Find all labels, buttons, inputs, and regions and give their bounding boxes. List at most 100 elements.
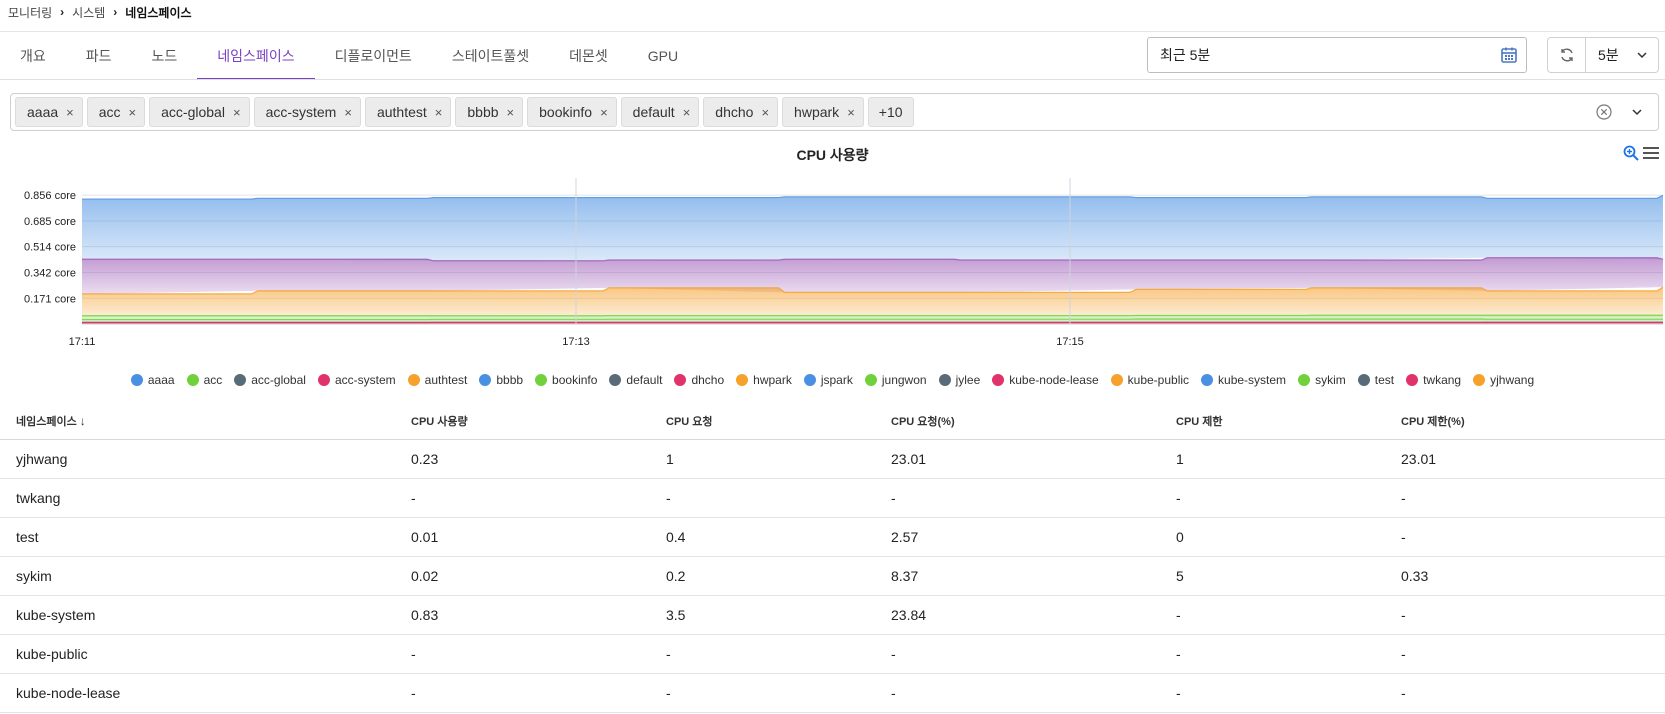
legend-item[interactable]: kube-system bbox=[1201, 373, 1286, 387]
legend-item[interactable]: kube-node-lease bbox=[992, 373, 1099, 387]
column-header-cpu-limit[interactable]: CPU 제한 bbox=[1160, 403, 1385, 440]
menu-icon[interactable] bbox=[1643, 146, 1659, 160]
legend-item[interactable]: test bbox=[1357, 373, 1395, 387]
table-row[interactable]: yjhwang 0.23 1 23.01 1 23.01 bbox=[0, 439, 1665, 479]
table-row[interactable]: twkang - - - - - bbox=[0, 478, 1665, 518]
chevron-down-icon[interactable] bbox=[1631, 106, 1643, 118]
legend-item[interactable]: acc bbox=[186, 373, 222, 387]
filter-chip[interactable]: acc-global × bbox=[149, 97, 250, 127]
legend-item[interactable]: default bbox=[609, 373, 662, 387]
legend-label: test bbox=[1374, 373, 1395, 387]
namespace-filter[interactable]: aaaa × acc × acc-global × acc-system × autht… bbox=[10, 93, 1659, 131]
tab-nodes[interactable]: 노드 bbox=[132, 32, 198, 80]
filter-chip[interactable]: hwpark × bbox=[782, 97, 864, 127]
close-icon[interactable]: × bbox=[847, 105, 855, 120]
tab-daemonsets[interactable]: 데몬셋 bbox=[549, 32, 628, 80]
refresh-button[interactable] bbox=[1548, 38, 1586, 72]
filter-chip[interactable]: dhcho × bbox=[703, 97, 779, 127]
close-icon[interactable]: × bbox=[600, 105, 608, 120]
legend-item[interactable]: acc-global bbox=[234, 373, 306, 387]
legend-label: bbbb bbox=[496, 373, 524, 387]
filter-more-chip[interactable]: +10 bbox=[867, 97, 914, 127]
legend-item[interactable]: bbbb bbox=[479, 373, 523, 387]
legend-item[interactable]: sykim bbox=[1298, 373, 1346, 387]
table-cell: - bbox=[395, 673, 650, 713]
close-icon[interactable]: × bbox=[344, 105, 352, 120]
legend-item[interactable]: hwpark bbox=[736, 373, 792, 387]
table-cell: - bbox=[1160, 634, 1385, 674]
table-cell: - bbox=[650, 634, 875, 674]
close-icon[interactable]: × bbox=[683, 105, 691, 120]
tab-statefulsets[interactable]: 스테이트풀셋 bbox=[432, 32, 549, 80]
column-header-cpu-request[interactable]: CPU 요청 bbox=[650, 403, 875, 440]
refresh-interval-select[interactable]: 5분 bbox=[1586, 38, 1658, 72]
column-header-namespace[interactable]: 네임스페이스 ↓ bbox=[0, 403, 395, 440]
legend-item[interactable]: bookinfo bbox=[535, 373, 597, 387]
legend-marker bbox=[1473, 374, 1486, 386]
legend-marker bbox=[1357, 374, 1370, 386]
tab-gpu[interactable]: GPU bbox=[628, 32, 698, 80]
tab-bar: 개요 파드 노드 네임스페이스 디플로이먼트 스테이트풀셋 데몬셋 GPU bbox=[0, 32, 698, 80]
tab-overview[interactable]: 개요 bbox=[0, 32, 66, 80]
legend-marker bbox=[535, 374, 548, 386]
filter-chip[interactable]: bookinfo × bbox=[527, 97, 617, 127]
table-cell: sykim bbox=[0, 556, 395, 596]
legend-item[interactable]: aaaa bbox=[130, 373, 175, 387]
table-row[interactable]: kube-system 0.83 3.5 23.84- - bbox=[0, 595, 1665, 635]
sort-down-icon[interactable]: ↓ bbox=[80, 414, 86, 428]
table-row[interactable]: kube-public - - - - - bbox=[0, 634, 1665, 674]
legend-item[interactable]: authtest bbox=[407, 373, 467, 387]
table-cell: kube-system bbox=[0, 595, 395, 635]
legend-label: sykim bbox=[1315, 373, 1346, 387]
time-range-picker[interactable]: 최근 5분 bbox=[1147, 37, 1527, 73]
close-icon[interactable]: × bbox=[435, 105, 443, 120]
filter-chip[interactable]: default × bbox=[620, 97, 700, 127]
filter-chip[interactable]: authtest × bbox=[364, 97, 452, 127]
legend-item[interactable]: yjhwang bbox=[1473, 373, 1534, 387]
close-icon[interactable]: × bbox=[507, 105, 515, 120]
legend-item[interactable]: twkang bbox=[1406, 373, 1461, 387]
table-cell: - bbox=[1385, 634, 1665, 674]
calendar-icon[interactable] bbox=[1500, 46, 1518, 64]
close-icon[interactable]: × bbox=[761, 105, 769, 120]
table-cell: 0.2 bbox=[650, 556, 875, 596]
chip-label: bbbb bbox=[467, 104, 499, 120]
table-cell: 1 bbox=[650, 439, 875, 479]
table-cell: - bbox=[1385, 595, 1665, 635]
table-cell: 0.23 bbox=[395, 439, 650, 479]
table-cell: 0.33 bbox=[1385, 556, 1665, 596]
column-header-cpu-request-percent[interactable]: CPU 요청(%) bbox=[875, 403, 1160, 440]
close-icon[interactable]: × bbox=[66, 105, 74, 120]
legend-marker bbox=[1201, 374, 1214, 386]
legend-marker bbox=[317, 374, 330, 386]
legend-item[interactable]: jspark bbox=[803, 373, 853, 387]
filter-chip[interactable]: bbbb × bbox=[455, 97, 524, 127]
tab-namespaces[interactable]: 네임스페이스 bbox=[197, 32, 315, 80]
column-header-cpu-usage[interactable]: CPU 사용량 bbox=[395, 403, 650, 440]
breadcrumb-monitoring[interactable]: 모니터링 bbox=[8, 4, 52, 21]
tab-deployments[interactable]: 디플로이먼트 bbox=[315, 32, 432, 80]
legend-item[interactable]: jylee bbox=[938, 373, 980, 387]
legend-item[interactable]: acc-system bbox=[317, 373, 396, 387]
filter-chip[interactable]: acc-system × bbox=[253, 97, 361, 127]
chip-label: aaaa bbox=[27, 104, 59, 120]
close-icon[interactable]: × bbox=[129, 105, 137, 120]
legend-item[interactable]: kube-public bbox=[1110, 373, 1189, 387]
table-row[interactable]: kube-node-lease - - - - - bbox=[0, 673, 1665, 713]
table-row[interactable]: sykim 0.02 0.2 8.37 5 0.33 bbox=[0, 556, 1665, 596]
legend-marker bbox=[234, 374, 247, 386]
close-icon[interactable]: × bbox=[233, 105, 241, 120]
legend-marker bbox=[407, 374, 420, 386]
column-header-cpu-limit-percent[interactable]: CPU 제한(%) bbox=[1385, 403, 1665, 440]
table-cell: 0.01 bbox=[395, 517, 650, 557]
legend-item[interactable]: dhcho bbox=[674, 373, 724, 387]
breadcrumb-system[interactable]: 시스템 bbox=[72, 4, 105, 21]
legend-label: aaaa bbox=[147, 373, 175, 387]
legend-item[interactable]: jungwon bbox=[864, 373, 927, 387]
table-row[interactable]: test 0.01 0.4 2.57 0- bbox=[0, 517, 1665, 557]
zoom-icon[interactable] bbox=[1623, 145, 1639, 161]
filter-chip[interactable]: aaaa × bbox=[15, 97, 83, 127]
clear-filter-icon[interactable] bbox=[1596, 104, 1612, 120]
filter-chip[interactable]: acc × bbox=[86, 97, 146, 127]
tab-pods[interactable]: 파드 bbox=[66, 32, 132, 80]
